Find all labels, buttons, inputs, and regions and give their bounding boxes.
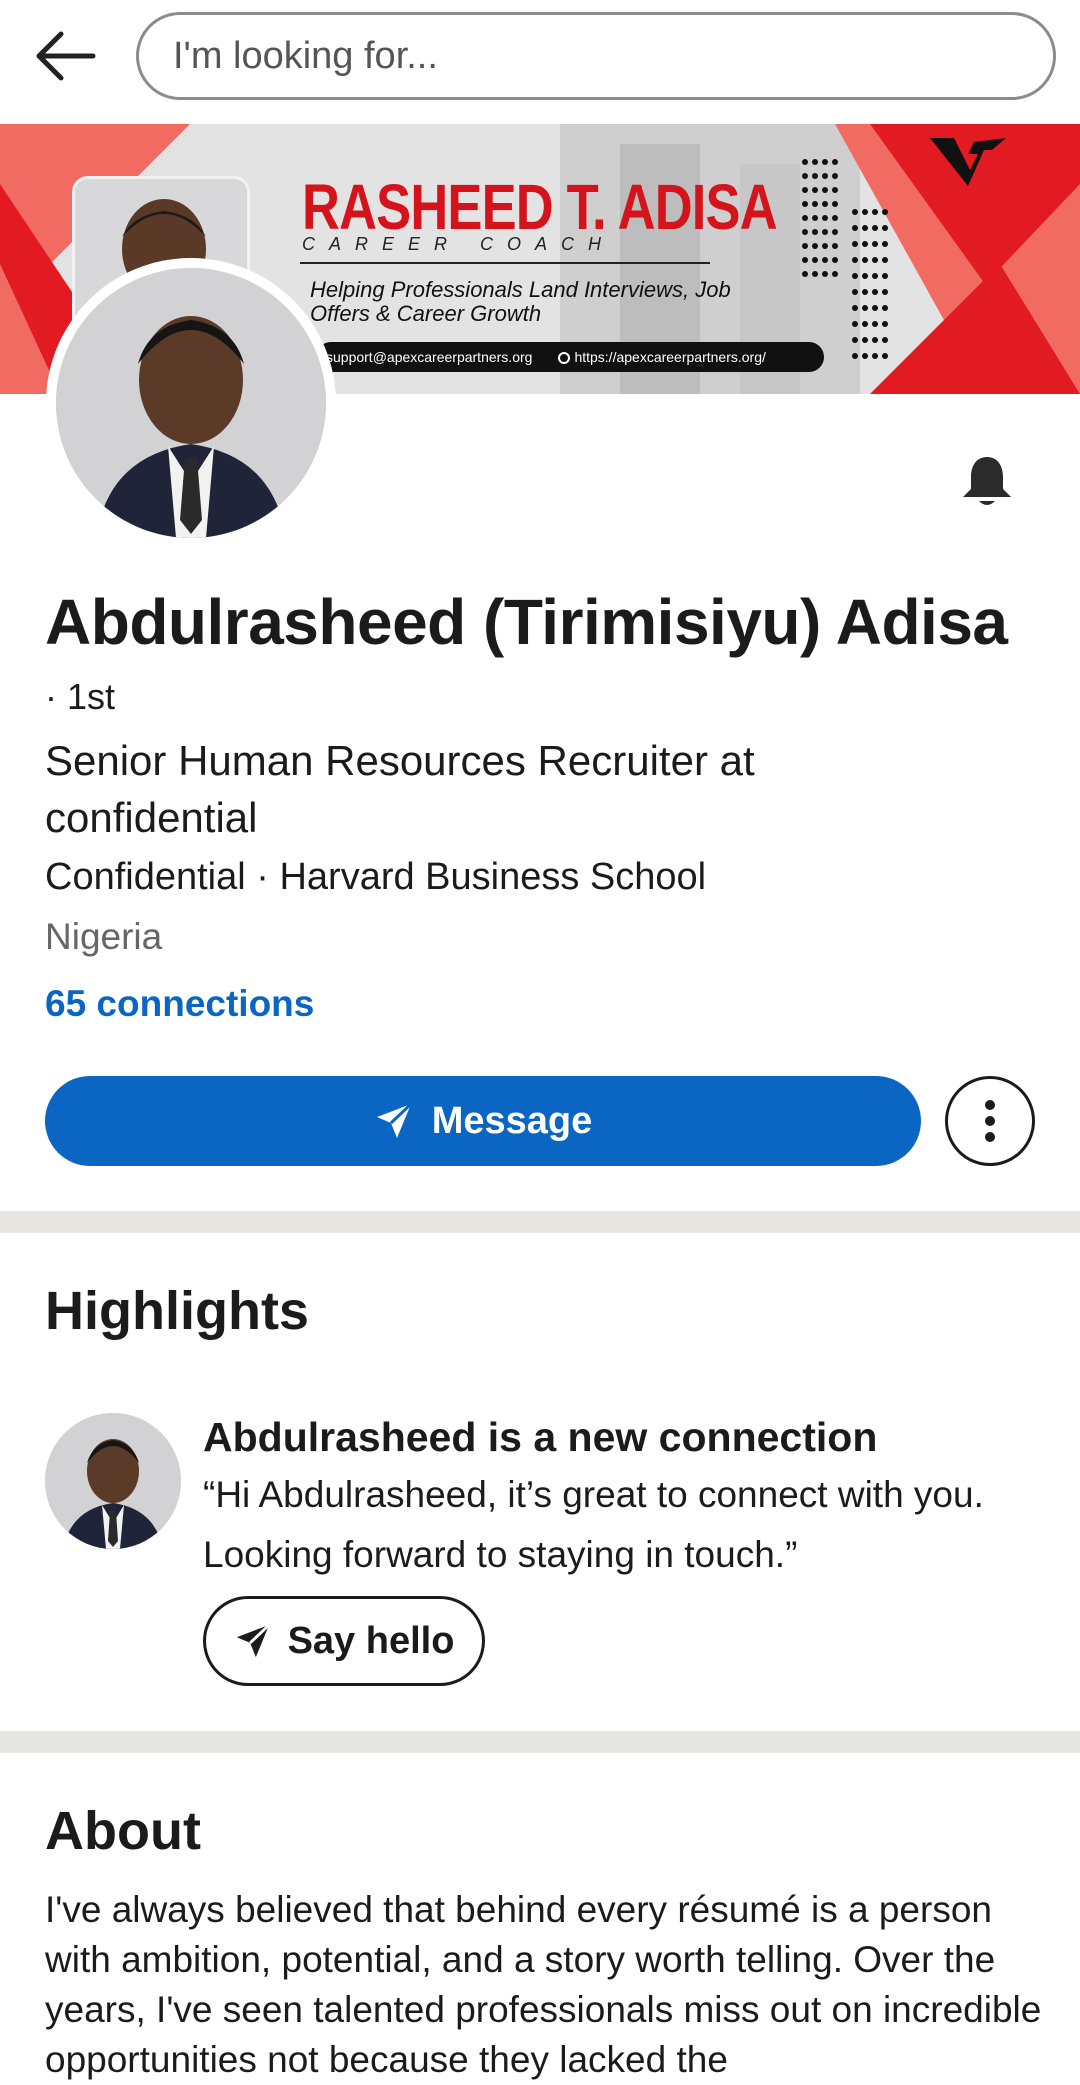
section-divider	[0, 1731, 1080, 1753]
globe-icon	[558, 352, 571, 365]
say-hello-button[interactable]: Say hello	[203, 1596, 485, 1686]
highlight-avatar[interactable]	[45, 1413, 181, 1549]
brand-logo-icon	[930, 138, 1006, 186]
connections-link[interactable]: 65 connections	[45, 983, 314, 1025]
avatar[interactable]	[56, 268, 326, 538]
search-field[interactable]	[136, 12, 1056, 100]
profile-location: Nigeria	[45, 916, 163, 957]
highlight-quote: “Hi Abdulrasheed, it’s great to connect …	[203, 1474, 984, 1575]
banner-website-group: https://apexcareerpartners.org/	[558, 349, 766, 365]
search-input[interactable]	[173, 34, 1053, 78]
bell-icon	[963, 457, 1011, 505]
banner-divider	[300, 262, 710, 264]
message-label: Message	[431, 1099, 593, 1142]
more-vertical-icon	[985, 1100, 995, 1142]
banner-website: https://apexcareerpartners.org/	[574, 349, 766, 365]
about-title: About	[45, 1801, 201, 1861]
more-options-button[interactable]	[945, 1076, 1035, 1166]
arrow-left-icon	[36, 31, 96, 81]
message-button[interactable]: Message	[45, 1076, 921, 1166]
connection-degree: · 1st	[45, 676, 116, 717]
send-icon	[236, 1623, 270, 1658]
profile-avatar-frame[interactable]	[46, 258, 336, 548]
highlight-title: Abdulrasheed is a new connection	[203, 1414, 878, 1460]
banner-subtitle: CAREER COACH	[302, 234, 616, 254]
banner-email: support@apexcareerpartners.org	[326, 349, 533, 365]
send-icon	[376, 1102, 412, 1138]
banner-tagline: Helping Professionals Land Interviews, J…	[310, 277, 731, 326]
about-text: I've always believed that behind every r…	[45, 1889, 1042, 2080]
notifications-button[interactable]	[952, 446, 1022, 516]
banner-contact-strip: support@apexcareerpartners.org https://a…	[316, 342, 824, 372]
profile-headline: Senior Human Resources Recruiter at conf…	[45, 737, 755, 841]
profile-company-school[interactable]: Confidential · Harvard Business School	[45, 856, 706, 899]
back-button[interactable]	[28, 24, 104, 88]
top-bar	[0, 0, 1080, 124]
say-hello-label: Say hello	[287, 1619, 455, 1662]
highlights-title: Highlights	[45, 1281, 309, 1341]
banner-name: RASHEED T. ADISA	[302, 171, 778, 243]
section-divider	[0, 1211, 1080, 1233]
profile-name: Abdulrasheed (Tirimisiyu) Adisa	[45, 586, 1008, 658]
